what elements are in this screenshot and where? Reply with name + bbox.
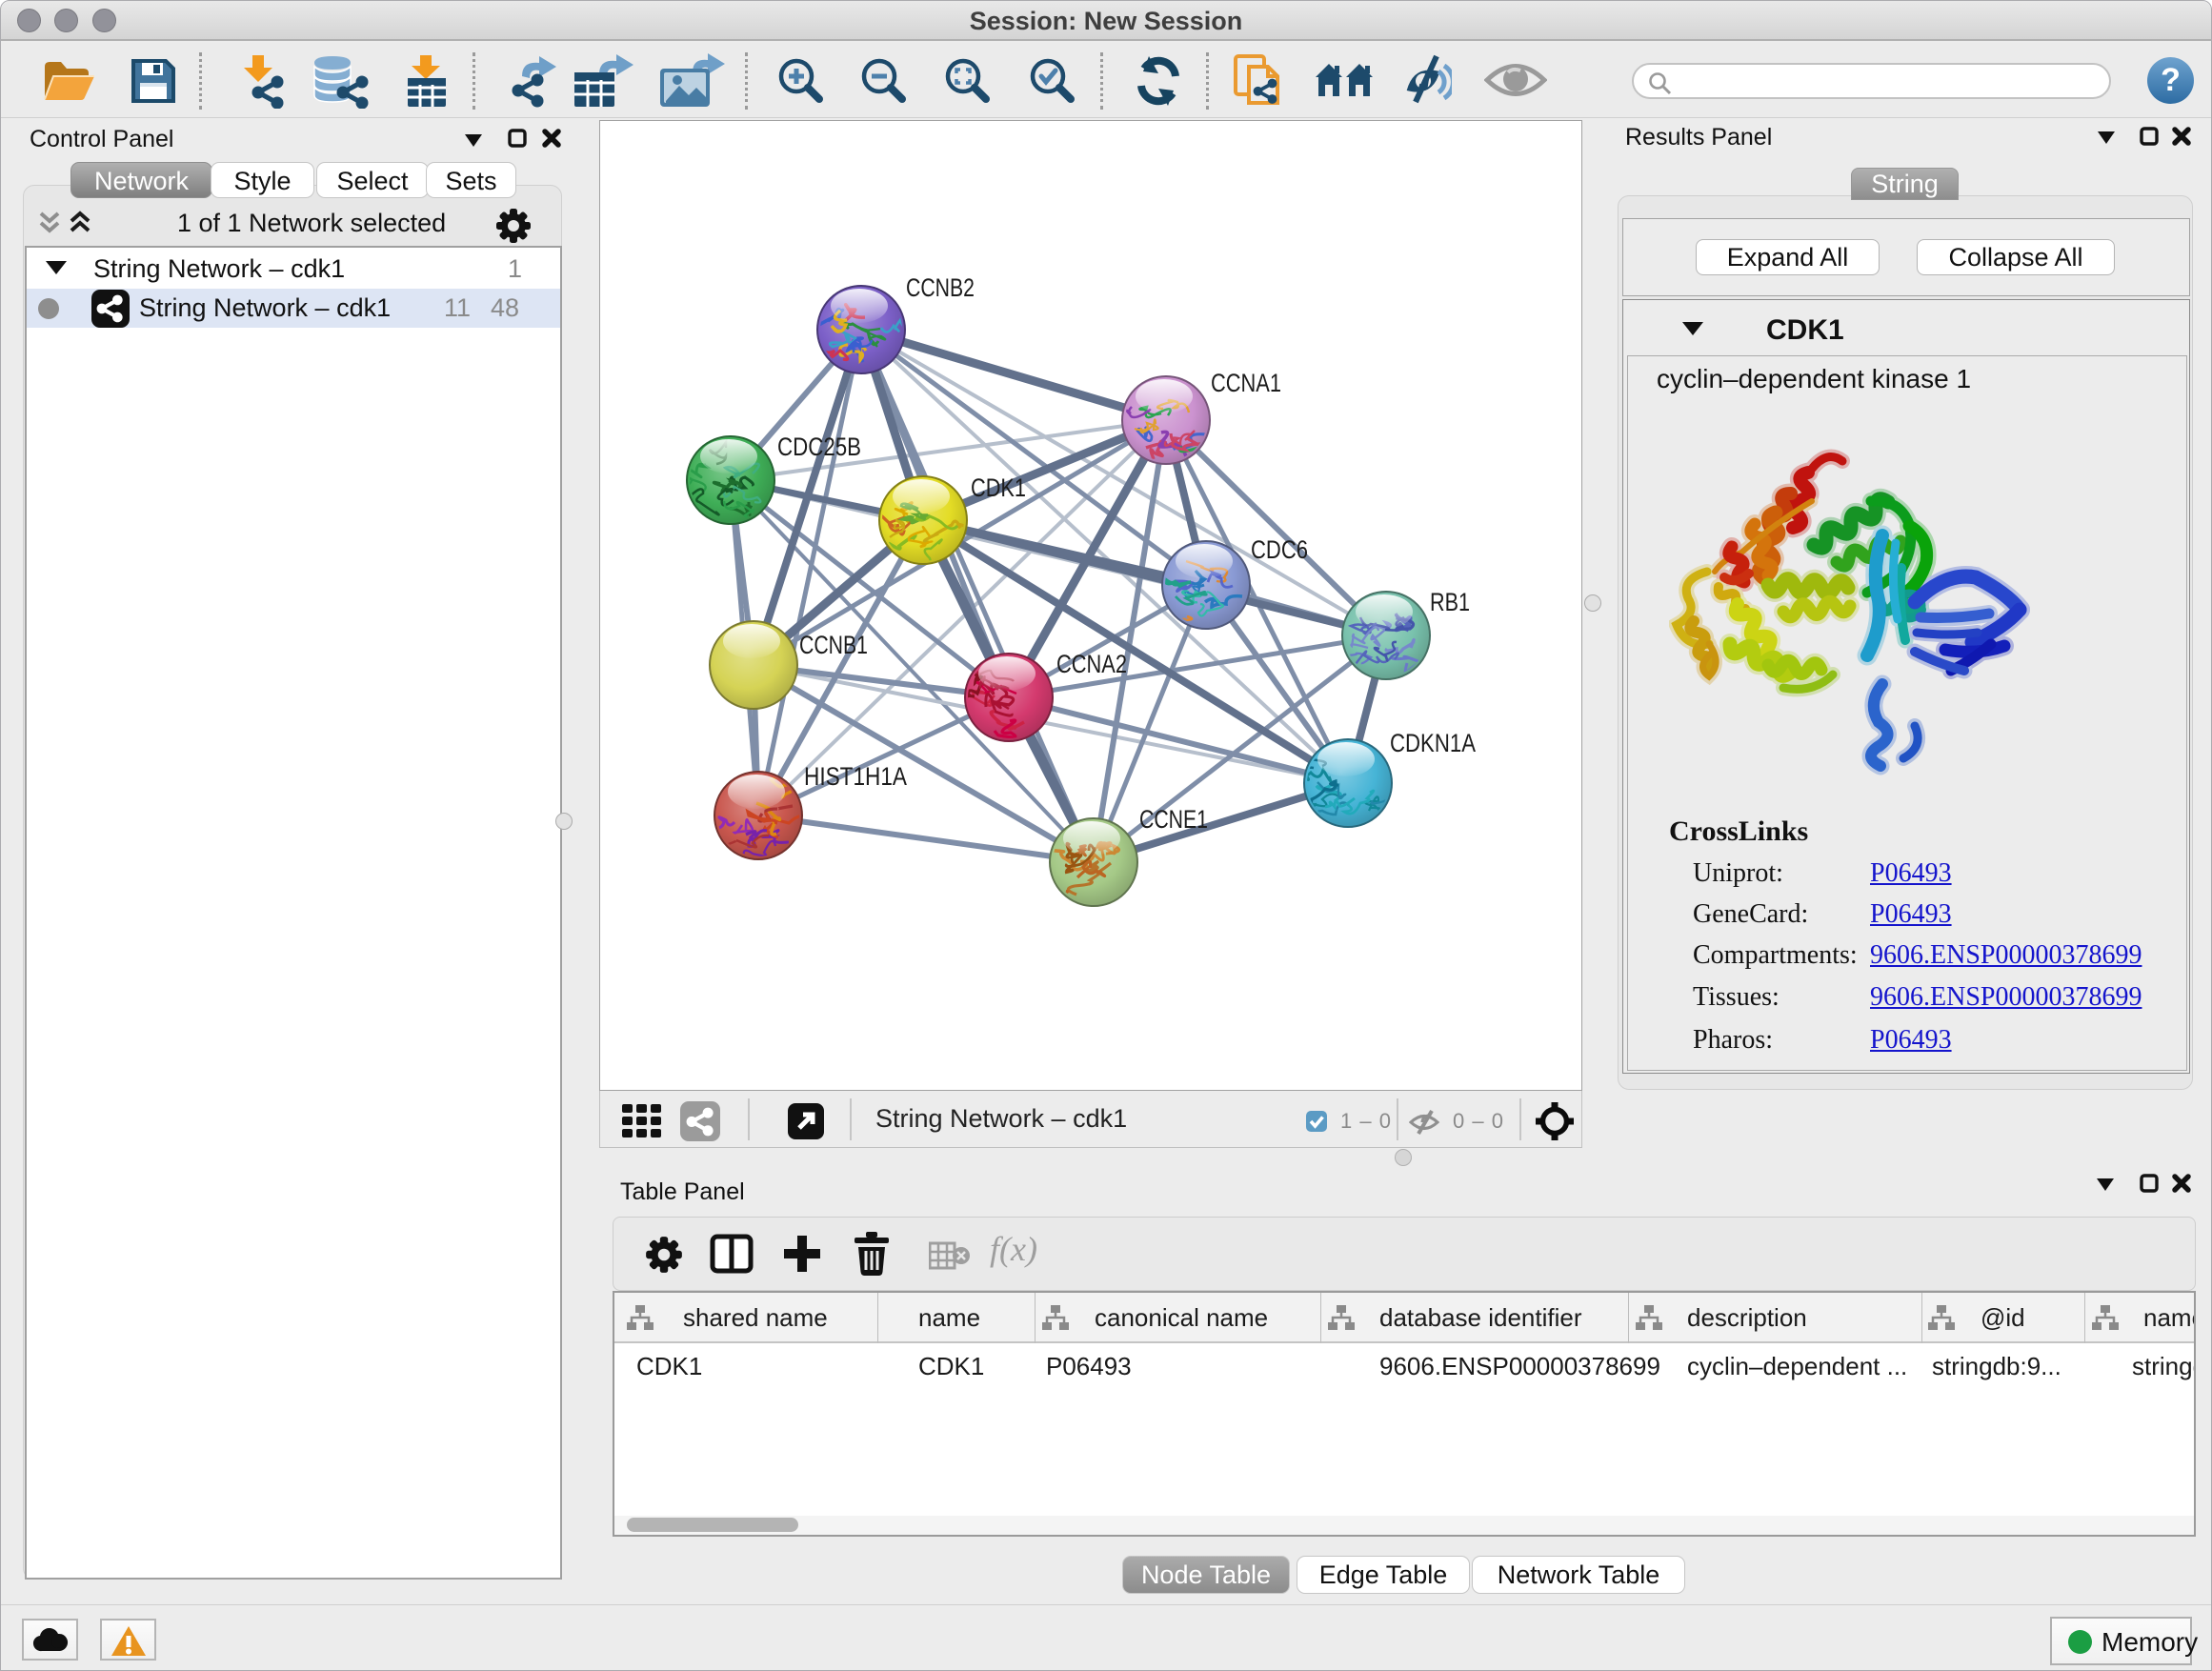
svg-text:CDKN1A: CDKN1A (1390, 729, 1476, 757)
svg-text:CCNE1: CCNE1 (1139, 805, 1208, 834)
svg-text:HIST1H1A: HIST1H1A (804, 762, 907, 791)
svg-text:CCNB1: CCNB1 (799, 631, 868, 659)
svg-text:CCNA2: CCNA2 (1056, 650, 1127, 678)
svg-text:RB1: RB1 (1430, 588, 1470, 616)
svg-text:CDC25B: CDC25B (777, 433, 861, 461)
svg-text:CCNB2: CCNB2 (906, 273, 975, 302)
svg-text:CDK1: CDK1 (971, 473, 1026, 502)
svg-text:CDC6: CDC6 (1251, 535, 1308, 564)
svg-text:CCNA1: CCNA1 (1211, 369, 1281, 397)
